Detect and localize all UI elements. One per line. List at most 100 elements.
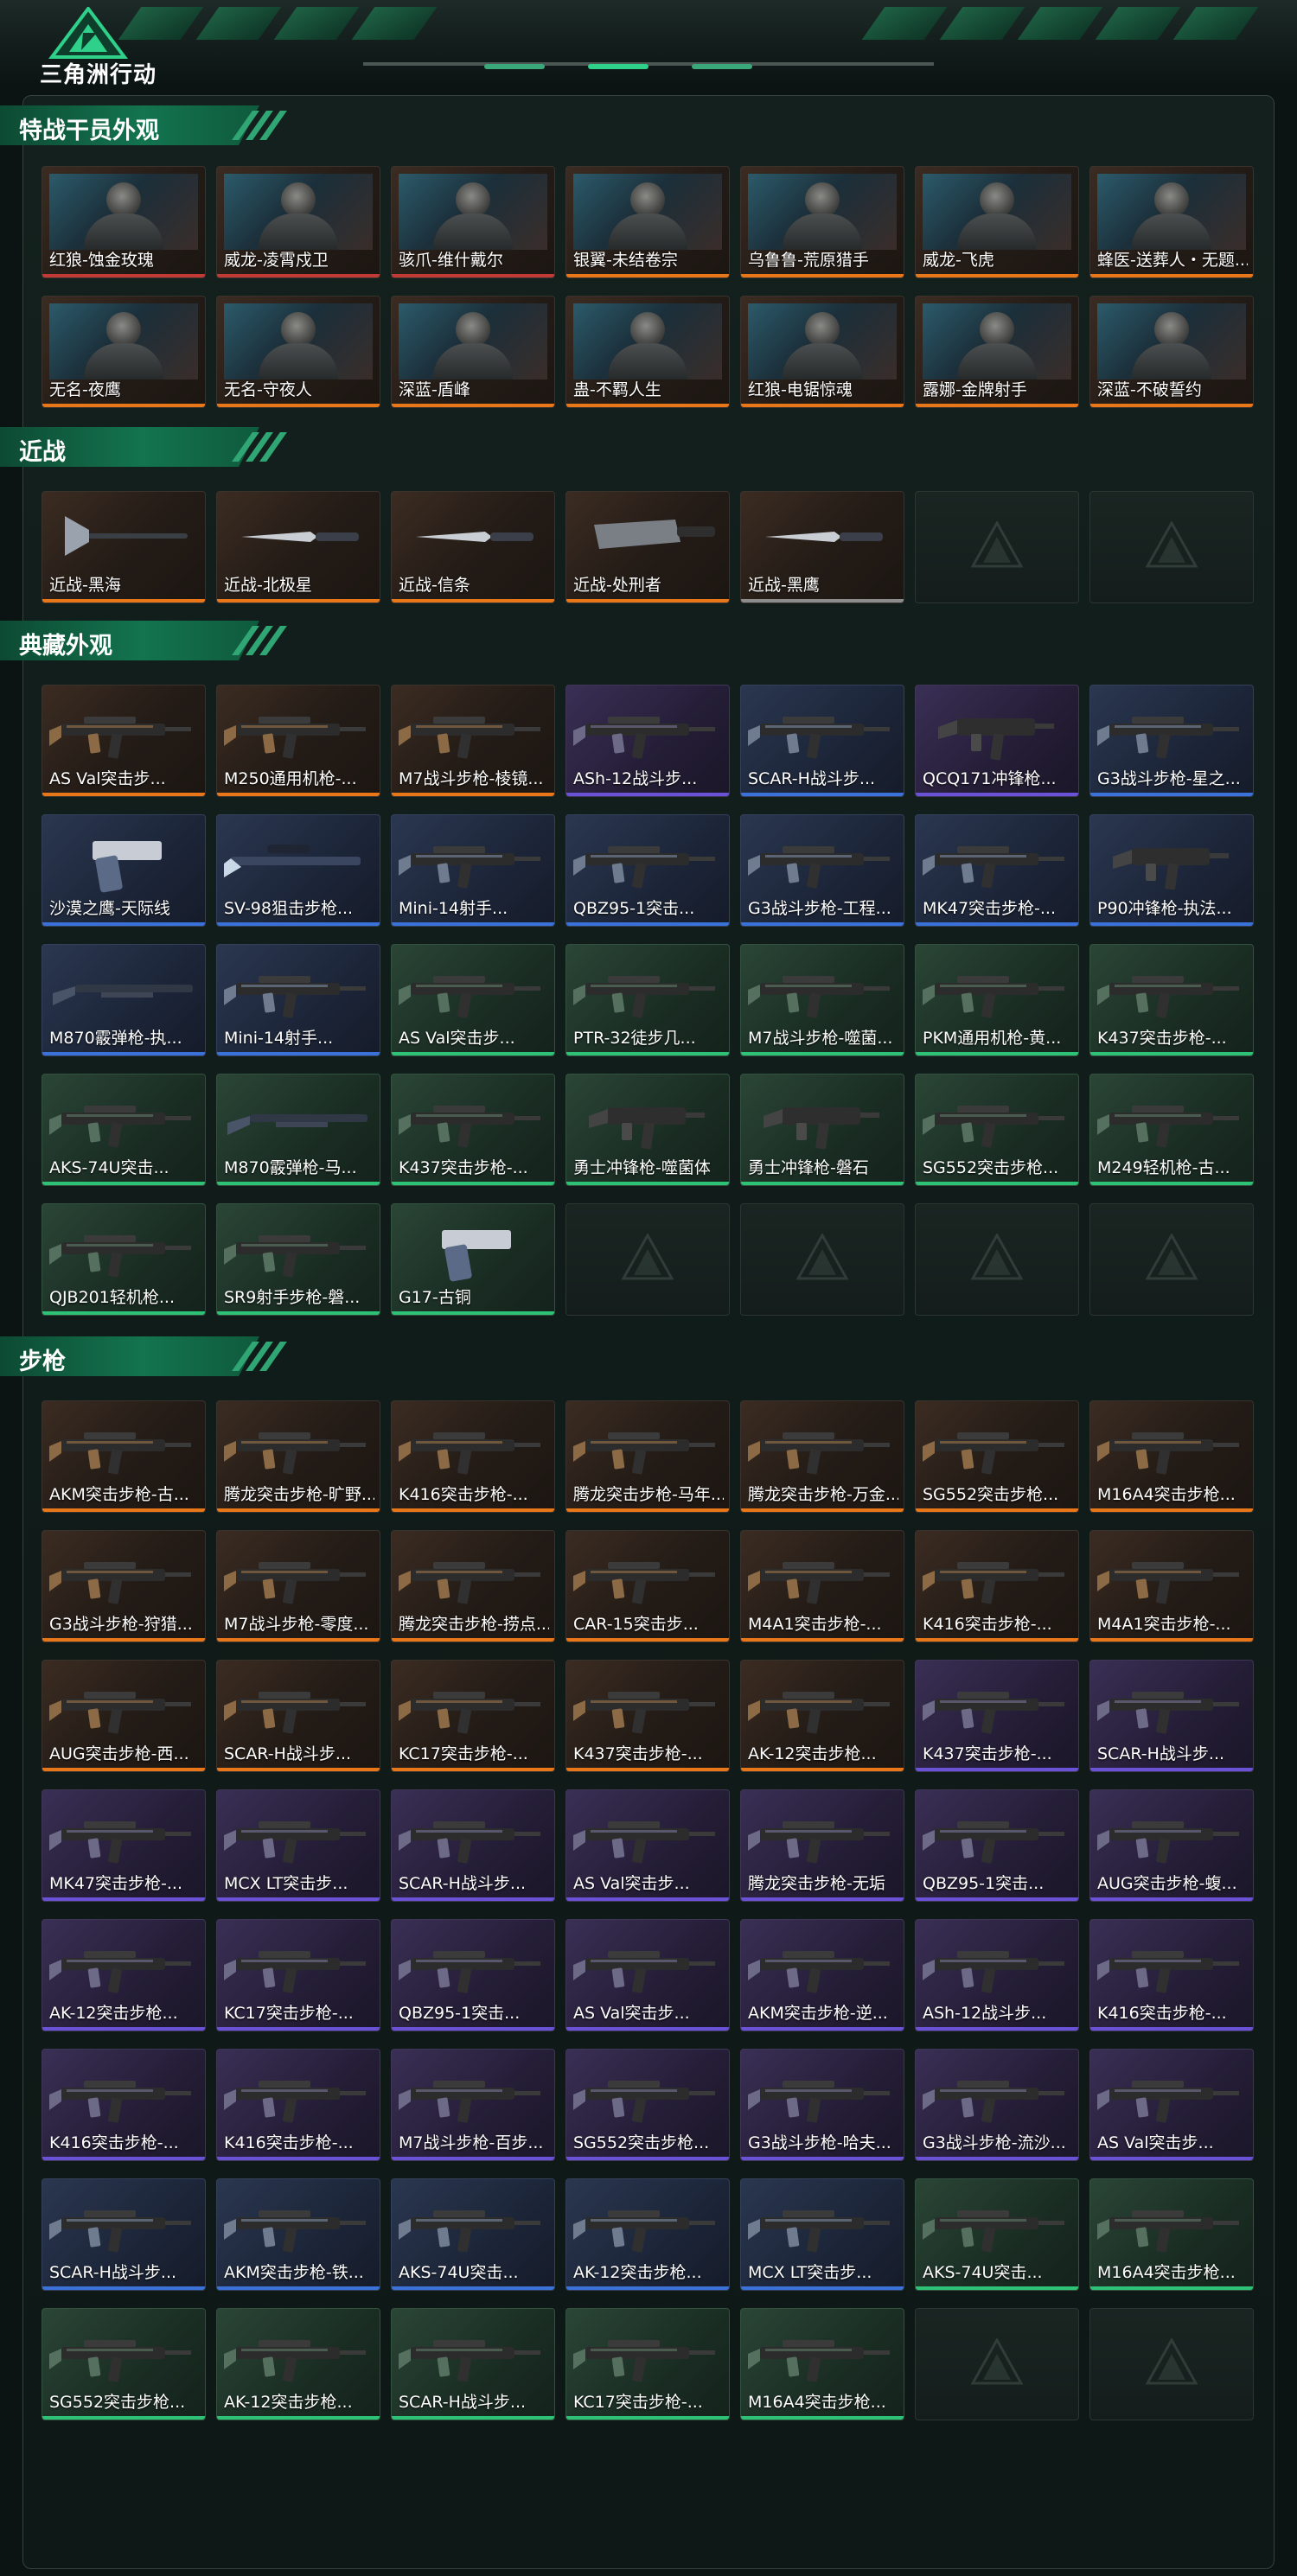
item-card[interactable]: M7战斗步枪-百步... (391, 2049, 555, 2161)
item-card[interactable]: K437突击步枪-... (1089, 944, 1254, 1056)
item-card[interactable]: M870霰弹枪-执... (42, 944, 206, 1056)
item-card[interactable]: PKM通用机枪-黄... (915, 944, 1079, 1056)
item-card[interactable]: M250通用机枪-... (216, 685, 380, 797)
item-card[interactable]: AUG突击步枪-蝮... (1089, 1789, 1254, 1902)
item-card[interactable]: KC17突击步枪-... (216, 1919, 380, 2031)
item-card[interactable]: M16A4突击步枪... (740, 2308, 904, 2420)
item-card[interactable]: 近战-黑鹰 (740, 491, 904, 603)
item-card[interactable]: G17-古铜 (391, 1203, 555, 1316)
item-card[interactable]: AKS-74U突击... (391, 2178, 555, 2291)
item-card[interactable]: SG552突击步枪... (915, 1074, 1079, 1186)
item-card[interactable]: K416突击步枪-... (42, 2049, 206, 2161)
item-card[interactable]: 腾龙突击步枪-旷野... (216, 1400, 380, 1513)
item-card[interactable]: SV-98狙击步枪... (216, 814, 380, 927)
item-card[interactable]: AKM突击步枪-逆... (740, 1919, 904, 2031)
item-card[interactable]: SCAR-H战斗步... (1089, 1660, 1254, 1772)
item-card[interactable]: AK-12突击步枪... (565, 2178, 730, 2291)
item-card[interactable]: QBZ95-1突击... (565, 814, 730, 927)
item-card[interactable]: AKS-74U突击... (42, 1074, 206, 1186)
item-card[interactable]: 深蓝-盾峰 (391, 296, 555, 408)
item-card[interactable]: SCAR-H战斗步... (391, 2308, 555, 2420)
item-card[interactable]: 近战-黑海 (42, 491, 206, 603)
item-card[interactable]: M16A4突击步枪... (1089, 1400, 1254, 1513)
item-card[interactable]: 无名-守夜人 (216, 296, 380, 408)
item-card[interactable]: M4A1突击步枪-... (740, 1530, 904, 1642)
item-card[interactable]: MK47突击步枪-... (915, 814, 1079, 927)
item-card[interactable]: AK-12突击步枪... (740, 1660, 904, 1772)
item-card[interactable]: M7战斗步枪-零度... (216, 1530, 380, 1642)
item-card[interactable]: AS Val突击步... (565, 1919, 730, 2031)
item-card[interactable]: 蛊-不羁人生 (565, 296, 730, 408)
item-card[interactable]: SR9射手步枪-磐... (216, 1203, 380, 1316)
item-card[interactable]: 威龙-凌霄戍卫 (216, 166, 380, 278)
item-card[interactable]: ASh-12战斗步... (565, 685, 730, 797)
item-card[interactable]: 腾龙突击步枪-无垢 (740, 1789, 904, 1902)
item-card[interactable]: 乌鲁鲁-荒原猎手 (740, 166, 904, 278)
item-card[interactable]: SG552突击步枪... (915, 1400, 1079, 1513)
item-card[interactable]: K416突击步枪-... (1089, 1919, 1254, 2031)
item-card[interactable]: MK47突击步枪-... (42, 1789, 206, 1902)
item-card[interactable]: SCAR-H战斗步... (740, 685, 904, 797)
item-card[interactable]: K416突击步枪-... (216, 2049, 380, 2161)
item-card[interactable]: G3战斗步枪-哈夫... (740, 2049, 904, 2161)
item-card[interactable]: M7战斗步枪-噬菌... (740, 944, 904, 1056)
item-card[interactable]: AKM突击步枪-古... (42, 1400, 206, 1513)
item-card[interactable]: K437突击步枪-... (565, 1660, 730, 1772)
item-card[interactable]: QBZ95-1突击... (915, 1789, 1079, 1902)
item-card[interactable]: KC17突击步枪-... (391, 1660, 555, 1772)
item-card[interactable]: SCAR-H战斗步... (216, 1660, 380, 1772)
item-card[interactable]: ASh-12战斗步... (915, 1919, 1079, 2031)
item-card[interactable]: M16A4突击步枪... (1089, 2178, 1254, 2291)
item-card[interactable]: G3战斗步枪-狩猎... (42, 1530, 206, 1642)
item-card[interactable]: AS Val突击步... (1089, 2049, 1254, 2161)
item-card[interactable]: PTR-32徒步几... (565, 944, 730, 1056)
item-card[interactable]: 无名-夜鹰 (42, 296, 206, 408)
item-card[interactable]: KC17突击步枪-... (565, 2308, 730, 2420)
item-card[interactable]: 深蓝-不破誓约 (1089, 296, 1254, 408)
item-card[interactable]: 威龙-飞虎 (915, 166, 1079, 278)
item-card[interactable]: 银翼-未结卷宗 (565, 166, 730, 278)
item-card[interactable]: AK-12突击步枪... (42, 1919, 206, 2031)
item-card[interactable]: P90冲锋枪-执法... (1089, 814, 1254, 927)
item-card[interactable]: 勇士冲锋枪-磐石 (740, 1074, 904, 1186)
item-card[interactable]: AK-12突击步枪... (216, 2308, 380, 2420)
item-card[interactable]: QCQ171冲锋枪... (915, 685, 1079, 797)
item-card[interactable]: SCAR-H战斗步... (391, 1789, 555, 1902)
item-card[interactable]: 近战-处刑者 (565, 491, 730, 603)
item-card[interactable]: 红狼-电锯惊魂 (740, 296, 904, 408)
item-card[interactable]: G3战斗步枪-流沙... (915, 2049, 1079, 2161)
item-card[interactable]: SG552突击步枪... (42, 2308, 206, 2420)
item-card[interactable]: Mini-14射手... (216, 944, 380, 1056)
item-card[interactable]: AS Val突击步... (565, 1789, 730, 1902)
item-card[interactable]: K416突击步枪-... (915, 1530, 1079, 1642)
item-card[interactable]: M249轻机枪-古... (1089, 1074, 1254, 1186)
item-card[interactable]: 近战-北极星 (216, 491, 380, 603)
item-card[interactable]: SG552突击步枪... (565, 2049, 730, 2161)
item-card[interactable]: K437突击步枪-... (391, 1074, 555, 1186)
item-card[interactable]: MCX LT突击步... (740, 2178, 904, 2291)
item-card[interactable]: K437突击步枪-... (915, 1660, 1079, 1772)
item-card[interactable]: 腾龙突击步枪-捞点... (391, 1530, 555, 1642)
item-card[interactable]: 沙漠之鹰-天际线 (42, 814, 206, 927)
item-card[interactable]: 腾龙突击步枪-马年... (565, 1400, 730, 1513)
item-card[interactable]: AKS-74U突击... (915, 2178, 1079, 2291)
item-card[interactable]: 近战-信条 (391, 491, 555, 603)
item-card[interactable]: 腾龙突击步枪-万金... (740, 1400, 904, 1513)
item-card[interactable]: SCAR-H战斗步... (42, 2178, 206, 2291)
item-card[interactable]: K416突击步枪-... (391, 1400, 555, 1513)
item-card[interactable]: 红狼-蚀金玫瑰 (42, 166, 206, 278)
item-card[interactable]: AS Val突击步... (391, 944, 555, 1056)
item-card[interactable]: MCX LT突击步... (216, 1789, 380, 1902)
item-card[interactable]: AS Val突击步... (42, 685, 206, 797)
item-card[interactable]: AKM突击步枪-铁... (216, 2178, 380, 2291)
item-card[interactable]: Mini-14射手... (391, 814, 555, 927)
item-card[interactable]: 勇士冲锋枪-噬菌体 (565, 1074, 730, 1186)
item-card[interactable]: CAR-15突击步... (565, 1530, 730, 1642)
item-card[interactable]: G3战斗步枪-工程... (740, 814, 904, 927)
item-card[interactable]: QJB201轻机枪... (42, 1203, 206, 1316)
item-card[interactable]: M7战斗步枪-棱镜... (391, 685, 555, 797)
item-card[interactable]: QBZ95-1突击... (391, 1919, 555, 2031)
item-card[interactable]: AUG突击步枪-西... (42, 1660, 206, 1772)
item-card[interactable]: 露娜-金牌射手 (915, 296, 1079, 408)
item-card[interactable]: M4A1突击步枪-... (1089, 1530, 1254, 1642)
